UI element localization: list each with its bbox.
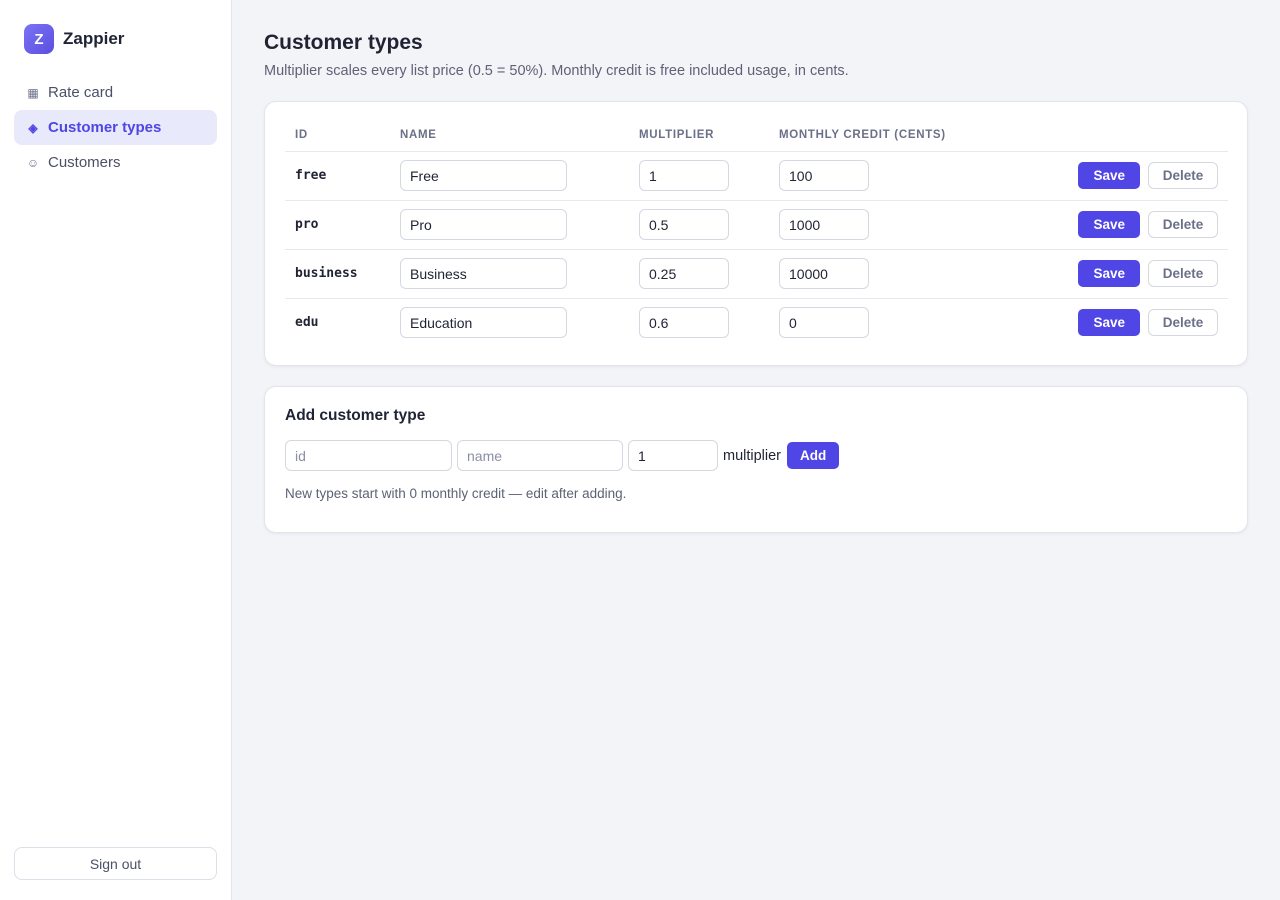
sidebar-item-label: Customer types <box>48 119 162 136</box>
add-note: New types start with 0 monthly credit — … <box>285 486 627 501</box>
app-name: Zappier <box>63 29 125 48</box>
app-logo: Z <box>24 24 54 54</box>
header-actions <box>969 120 1228 152</box>
sidebar-item-label: Customers <box>48 154 121 171</box>
name-cell <box>390 298 629 347</box>
header-name: Name <box>390 120 629 152</box>
row-actions: Save Delete <box>969 249 1228 299</box>
name-cell <box>390 200 629 250</box>
add-form-row: multiplier Add <box>285 440 840 471</box>
row-id: free <box>285 151 390 201</box>
new-name-input[interactable] <box>457 440 623 471</box>
add-button[interactable]: Add <box>787 442 840 469</box>
save-button[interactable]: Save <box>1078 211 1140 238</box>
row-actions: Save Delete <box>969 151 1228 201</box>
diamond-icon: ◈ <box>28 120 38 135</box>
name-cell <box>390 151 629 201</box>
sidebar-item-label: Rate card <box>48 84 114 101</box>
multiplier-cell <box>629 249 769 299</box>
add-customer-type-card: Add customer type multiplier Add New typ… <box>264 386 1248 533</box>
customer-types-card: ID Name Multiplier Monthly credit (cents… <box>264 101 1248 366</box>
delete-button[interactable]: Delete <box>1148 162 1218 189</box>
delete-button[interactable]: Delete <box>1148 309 1218 337</box>
multiplier-cell <box>629 151 769 201</box>
name-input[interactable] <box>400 258 567 289</box>
new-multiplier-input[interactable] <box>628 440 718 471</box>
name-input[interactable] <box>400 160 567 191</box>
sidebar: Z Zappier ▦ Rate card ◈ Customer types ☺… <box>0 0 232 900</box>
brand: Z Zappier <box>24 24 124 54</box>
save-button[interactable]: Save <box>1078 309 1140 337</box>
credit-cell <box>769 298 969 347</box>
row-id: pro <box>285 200 390 250</box>
page-title: Customer types <box>264 31 423 54</box>
multiplier-input[interactable] <box>639 209 729 240</box>
grid-icon: ▦ <box>27 85 39 100</box>
table-row: edu Save Delete <box>285 298 1228 347</box>
new-id-input[interactable] <box>285 440 452 471</box>
save-button[interactable]: Save <box>1078 260 1140 287</box>
sidebar-nav: ▦ Rate card ◈ Customer types ☺ Customers <box>14 75 217 180</box>
sign-out-button[interactable]: Sign out <box>14 847 217 880</box>
monthly-credit-input[interactable] <box>779 209 869 240</box>
page-subtitle: Multiplier scales every list price (0.5 … <box>264 63 849 79</box>
multiplier-cell <box>629 298 769 347</box>
header-multiplier: Multiplier <box>629 120 769 152</box>
multiplier-label: multiplier <box>723 447 782 464</box>
row-actions: Save Delete <box>969 298 1228 347</box>
name-input[interactable] <box>400 209 567 240</box>
credit-cell <box>769 200 969 250</box>
credit-cell <box>769 151 969 201</box>
monthly-credit-input[interactable] <box>779 307 869 339</box>
save-button[interactable]: Save <box>1078 162 1140 189</box>
header-monthly-credit: Monthly credit (cents) <box>769 120 969 152</box>
name-input[interactable] <box>400 307 567 339</box>
multiplier-input[interactable] <box>639 307 729 339</box>
monthly-credit-input[interactable] <box>779 258 869 289</box>
delete-button[interactable]: Delete <box>1148 260 1218 287</box>
monthly-credit-input[interactable] <box>779 160 869 191</box>
delete-button[interactable]: Delete <box>1148 211 1218 238</box>
multiplier-input[interactable] <box>639 160 729 191</box>
row-id: business <box>285 249 390 299</box>
sidebar-item-customer-types[interactable]: ◈ Customer types <box>14 110 217 145</box>
multiplier-input[interactable] <box>639 258 729 289</box>
customer-types-table: ID Name Multiplier Monthly credit (cents… <box>285 120 1228 347</box>
header-id: ID <box>285 120 390 152</box>
table-header-row: ID Name Multiplier Monthly credit (cents… <box>285 120 1228 152</box>
sidebar-item-customers[interactable]: ☺ Customers <box>14 145 217 180</box>
row-actions: Save Delete <box>969 200 1228 250</box>
multiplier-cell <box>629 200 769 250</box>
table-row: business Save Delete <box>285 249 1228 299</box>
name-cell <box>390 249 629 299</box>
sidebar-item-rate-card[interactable]: ▦ Rate card <box>14 75 217 110</box>
table-row: free Save Delete <box>285 151 1228 201</box>
row-id: edu <box>295 315 319 331</box>
add-section-title: Add customer type <box>285 407 426 424</box>
table-row: pro Save Delete <box>285 200 1228 250</box>
credit-cell <box>769 249 969 299</box>
smiley-icon: ☺ <box>26 155 40 170</box>
